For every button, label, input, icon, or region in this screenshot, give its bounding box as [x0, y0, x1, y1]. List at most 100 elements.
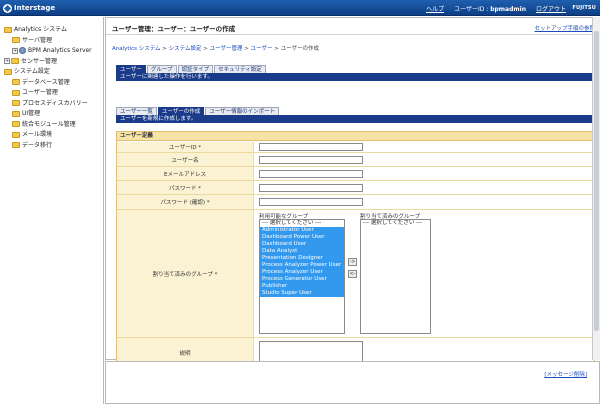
- group-option[interactable]: Process Analyzer User: [260, 269, 344, 276]
- form-row-groups: 割り当て済みのグループ * 利用可能なグループ --- 選択してください ---…: [117, 210, 594, 338]
- assigned-groups-listbox[interactable]: --- 選択してください ---: [360, 219, 431, 334]
- user-definition-form: ユーザー定義 ユーザーID * ユーザー名 Eメールアドレス パスワード * パ…: [116, 131, 595, 369]
- breadcrumb-item[interactable]: ユーザー管理: [210, 46, 243, 52]
- sidebar-item[interactable]: + センサー管理: [0, 57, 103, 68]
- group-option[interactable]: --- 選択してください ---: [260, 220, 344, 227]
- form-section-title: ユーザー定義: [117, 132, 594, 141]
- group-option[interactable]: Data Analyst: [260, 248, 344, 255]
- breadcrumb-item: ユーザーの作成: [280, 46, 320, 52]
- sidebar-item-label: サーバ管理: [22, 36, 52, 44]
- sidebar-item-label: メール環境: [22, 131, 53, 138]
- sidebar-item-label: 統合モジュール管理: [22, 120, 76, 128]
- folder-icon: [11, 58, 19, 64]
- folder-icon: [12, 131, 20, 138]
- folder-icon: [12, 100, 20, 106]
- user-id-label: ユーザーID *: [117, 142, 254, 152]
- user-id-input[interactable]: [259, 143, 363, 151]
- form-row-password: パスワード *: [117, 181, 594, 195]
- sidebar-item[interactable]: サーバ管理: [0, 36, 103, 47]
- sidebar-item[interactable]: メール環境: [0, 130, 103, 141]
- breadcrumb: Analytics システム > システム設定 > ユーザー管理 > ユーザー …: [112, 44, 319, 52]
- description-textarea[interactable]: [259, 341, 363, 363]
- password-confirm-label: パスワード (確認) *: [117, 195, 254, 209]
- server-icon: [19, 47, 26, 54]
- group-option[interactable]: Studio Super User: [260, 290, 344, 297]
- password-confirm-input[interactable]: [259, 198, 363, 206]
- group-option[interactable]: Presentation Designer: [260, 255, 344, 262]
- password-label: パスワード *: [117, 181, 254, 194]
- remove-group-button[interactable]: <-: [348, 270, 357, 278]
- group-option[interactable]: Dashboard User: [260, 241, 344, 248]
- form-row-user-id: ユーザーID *: [117, 142, 594, 153]
- sidebar-item[interactable]: UI管理: [0, 109, 103, 120]
- group-option[interactable]: Process Analyzer Power User: [260, 262, 344, 269]
- tab-item[interactable]: 認証タイプ: [177, 65, 214, 73]
- available-groups-listbox[interactable]: --- 選択してください --- Administrator User Dashbo…: [259, 219, 345, 334]
- group-option[interactable]: Administrator User: [260, 227, 344, 234]
- clear-messages-link[interactable]: [メッセージ削除]: [544, 370, 587, 378]
- sidebar-item[interactable]: 統合モジュール管理: [0, 120, 103, 131]
- form-row-email: Eメールアドレス: [117, 167, 594, 181]
- header-links: ヘルプ ユーザーID : bpmadmin ログアウト: [426, 4, 566, 13]
- group-option[interactable]: Publisher: [260, 283, 344, 290]
- help-link[interactable]: ヘルプ: [426, 4, 444, 13]
- scrollbar-thumb[interactable]: [594, 31, 599, 331]
- group-option[interactable]: Dashboard Power User: [260, 234, 344, 241]
- tab-item[interactable]: セキュリティ設定: [214, 65, 266, 73]
- logo-text: Interstage: [14, 4, 56, 12]
- sidebar-item[interactable]: データベース管理: [0, 78, 103, 89]
- group-option[interactable]: Process Generator User: [260, 276, 344, 283]
- folder-icon: [4, 26, 12, 33]
- email-label: Eメールアドレス: [117, 167, 254, 180]
- sidebar-item-label: Analytics システム: [14, 26, 67, 33]
- user-name-input[interactable]: [259, 156, 363, 164]
- breadcrumb-separator: >: [242, 46, 251, 52]
- breadcrumb-separator: >: [272, 46, 281, 52]
- folder-icon: [12, 79, 20, 85]
- breadcrumb-separator: >: [201, 46, 210, 52]
- user-name-label: ユーザー名: [117, 153, 254, 166]
- user-id-info: ユーザーID : bpmadmin: [454, 4, 526, 13]
- sidebar-item-label: BPM Analytics Server: [28, 47, 92, 54]
- tab-item[interactable]: グループ: [146, 65, 177, 73]
- groups-label: 割り当て済みのグループ *: [117, 210, 254, 337]
- sidebar-item-label: センサー管理: [21, 57, 58, 65]
- setup-guide-link[interactable]: セットアップ手順の参照: [534, 24, 595, 32]
- navigation-tree: Analytics システムサーバ管理 + BPM Analytics Server…: [0, 17, 104, 404]
- tab-item[interactable]: ユーザー一覧: [116, 107, 157, 115]
- tab-item[interactable]: ユーザー: [116, 65, 146, 73]
- tab-item[interactable]: ユーザーの作成: [157, 107, 205, 115]
- folder-icon: [12, 142, 20, 148]
- sidebar-item[interactable]: + BPM Analytics Server: [0, 46, 103, 57]
- upper-tab-description: ユーザーに関連した操作を行います。: [116, 73, 595, 81]
- sidebar-item[interactable]: システム設定: [0, 67, 103, 78]
- logout-link[interactable]: ログアウト: [536, 4, 566, 13]
- folder-icon: [12, 121, 20, 127]
- password-input[interactable]: [259, 184, 363, 192]
- breadcrumb-item[interactable]: Analytics システム: [112, 46, 161, 52]
- user-id-label: ユーザーID :: [454, 6, 489, 13]
- email-input[interactable]: [259, 170, 363, 178]
- breadcrumb-separator: >: [160, 46, 169, 52]
- folder-icon: [12, 89, 20, 96]
- main-scrollbar[interactable]: [592, 17, 600, 360]
- sidebar-item[interactable]: ユーザー管理: [0, 88, 103, 99]
- expand-icon[interactable]: +: [12, 47, 18, 54]
- tab-item[interactable]: ユーザー情報のインポート: [205, 107, 280, 115]
- main-panel: ユーザー管理：ユーザー：ユーザーの作成 セットアップ手順の参照 Analytic…: [105, 17, 600, 369]
- breadcrumb-item[interactable]: ユーザー: [251, 46, 273, 52]
- group-option[interactable]: --- 選択してください ---: [361, 220, 430, 227]
- add-group-button[interactable]: ->: [348, 258, 357, 266]
- sidebar-item[interactable]: データ移行: [0, 141, 103, 152]
- sidebar-item-label: システム設定: [14, 68, 50, 75]
- expand-icon[interactable]: +: [4, 58, 10, 64]
- breadcrumb-item[interactable]: システム設定: [169, 46, 202, 52]
- form-row-user-name: ユーザー名: [117, 153, 594, 167]
- sidebar-item[interactable]: Analytics システム: [0, 25, 103, 36]
- sidebar-item-label: プロセスディスカバリー: [22, 99, 88, 107]
- sidebar-item-label: データ移行: [22, 141, 53, 149]
- page-title: ユーザー管理：ユーザー：ユーザーの作成: [112, 25, 236, 33]
- sidebar-item[interactable]: プロセスディスカバリー: [0, 99, 103, 110]
- upper-tabs: ユーザー グループ 認証タイプ セキュリティ設定: [116, 65, 266, 73]
- sidebar-item-label: UI管理: [22, 110, 41, 117]
